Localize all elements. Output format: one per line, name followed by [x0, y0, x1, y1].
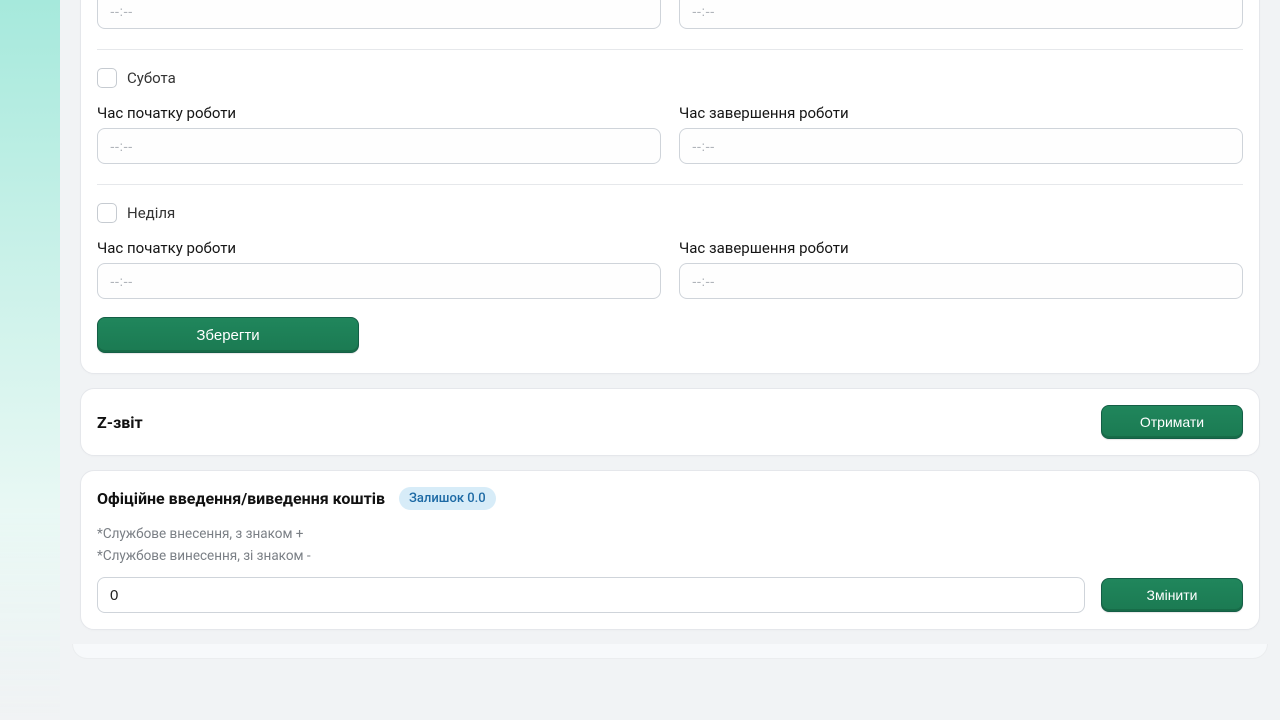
saturday-end-input[interactable]	[679, 128, 1243, 164]
friday-start-input[interactable]	[97, 0, 661, 29]
saturday-checkbox[interactable]	[97, 68, 117, 88]
saturday-start-input[interactable]	[97, 128, 661, 164]
sunday-start-input[interactable]	[97, 263, 661, 299]
funds-title: Офіційне введення/виведення коштів	[97, 489, 385, 508]
hint-deposit: *Службове внесення, з знаком +	[97, 524, 1243, 546]
start-time-label: Час початку роботи	[97, 104, 661, 122]
page-scroll: Час початку роботи Час завершення роботи…	[0, 0, 1280, 659]
outer-footer-rounding	[72, 644, 1268, 659]
saturday-time-block: Час початку роботи Час завершення роботи	[81, 104, 1259, 164]
saturday-label: Субота	[127, 69, 176, 87]
saturday-check-row: Субота	[81, 50, 1259, 90]
z-report-card: Z-звіт Отримати	[80, 388, 1260, 456]
sunday-label: Неділя	[127, 204, 175, 222]
sunday-time-block: Час початку роботи Час завершення роботи	[81, 239, 1259, 299]
sunday-end-input[interactable]	[679, 263, 1243, 299]
sunday-checkbox[interactable]	[97, 203, 117, 223]
get-report-button[interactable]: Отримати	[1101, 405, 1243, 439]
friday-end-input[interactable]	[679, 0, 1243, 29]
funds-card: Офіційне введення/виведення коштів Залиш…	[80, 470, 1260, 630]
funds-hint: *Службове внесення, з знаком + *Службове…	[97, 524, 1243, 567]
schedule-card: Час початку роботи Час завершення роботи…	[80, 0, 1260, 374]
balance-badge: Залишок 0.0	[399, 487, 496, 510]
z-report-title: Z-звіт	[97, 413, 143, 432]
friday-time-block: Час початку роботи Час завершення роботи	[81, 0, 1259, 29]
change-button[interactable]: Змінити	[1101, 578, 1243, 612]
hint-withdraw: *Службове винесення, зі знаком -	[97, 546, 1243, 568]
end-time-label: Час завершення роботи	[679, 239, 1243, 257]
funds-amount-input[interactable]	[97, 577, 1085, 613]
end-time-label: Час завершення роботи	[679, 104, 1243, 122]
save-button[interactable]: Зберегти	[97, 317, 359, 353]
start-time-label: Час початку роботи	[97, 239, 661, 257]
sunday-check-row: Неділя	[81, 185, 1259, 225]
